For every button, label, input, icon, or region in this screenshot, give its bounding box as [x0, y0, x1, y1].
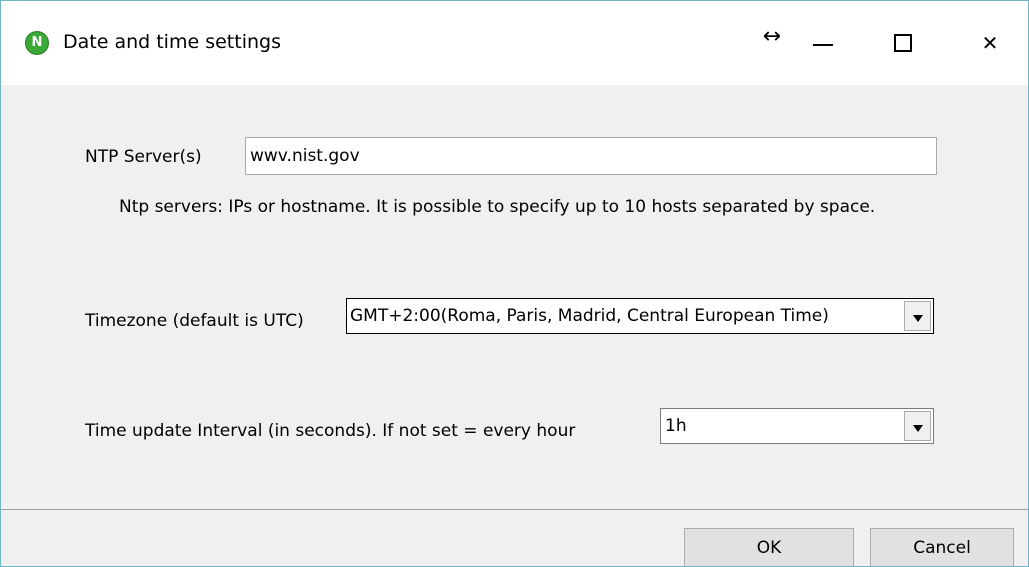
maximize-icon	[894, 34, 912, 52]
interval-select[interactable]: 1h	[660, 408, 934, 444]
chevron-down-icon	[913, 315, 923, 322]
ntp-server-hint: Ntp servers: IPs or hostname. It is poss…	[119, 197, 876, 217]
date-time-settings-dialog: N Date and time settings ↔ ✕ NTP Server(…	[0, 0, 1029, 567]
interval-dropdown-button[interactable]	[904, 411, 931, 441]
close-button[interactable]: ✕	[967, 23, 1013, 63]
title-bar[interactable]: N Date and time settings ↔ ✕	[1, 1, 1028, 85]
dialog-footer: OK Cancel	[1, 509, 1028, 566]
app-logo-icon: N	[25, 31, 49, 55]
interval-selected-value: 1h	[665, 416, 687, 436]
minimize-icon	[813, 44, 833, 46]
cancel-button[interactable]: Cancel	[870, 528, 1014, 566]
timezone-label: Timezone (default is UTC)	[85, 311, 304, 331]
timezone-dropdown-button[interactable]	[904, 301, 931, 331]
maximize-button[interactable]	[881, 23, 927, 63]
ok-button[interactable]: OK	[684, 528, 854, 566]
ntp-server-input[interactable]	[245, 137, 937, 175]
timezone-selected-value: GMT+2:00(Roma, Paris, Madrid, Central Eu…	[350, 306, 829, 326]
window-title: Date and time settings	[63, 31, 281, 53]
resize-arrows-icon[interactable]: ↔	[757, 17, 787, 57]
ntp-server-label: NTP Server(s)	[85, 147, 202, 167]
chevron-down-icon	[913, 425, 923, 432]
timezone-select[interactable]: GMT+2:00(Roma, Paris, Madrid, Central Eu…	[346, 298, 934, 334]
interval-label: Time update Interval (in seconds). If no…	[85, 421, 576, 441]
minimize-button[interactable]	[799, 23, 845, 63]
